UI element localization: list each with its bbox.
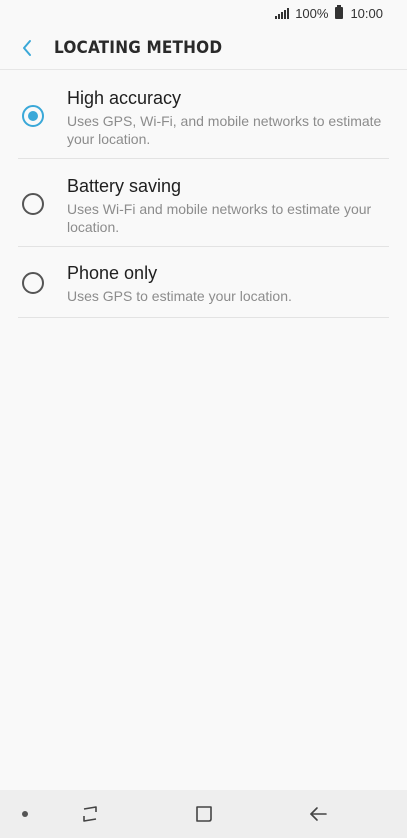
recent-apps-button[interactable] (78, 802, 102, 826)
chevron-left-icon (23, 39, 31, 56)
dot-icon[interactable] (22, 811, 28, 817)
battery-icon (335, 5, 344, 19)
option-title: Phone only (67, 263, 158, 283)
back-button[interactable] (0, 26, 54, 70)
home-icon (196, 806, 212, 822)
home-button[interactable] (192, 802, 216, 826)
option-description: Uses GPS to estimate your location. (67, 288, 292, 304)
screen: 100% 10:00 LOCATING METHOD High accuracy… (0, 0, 407, 838)
option-description: Uses GPS, Wi-Fi, and mobile networks to … (67, 113, 382, 147)
navigation-bar (0, 790, 407, 838)
app-header: LOCATING METHOD (0, 26, 407, 70)
back-arrow-icon (310, 807, 327, 821)
battery-percent: 100% (295, 5, 329, 21)
radio-button[interactable] (22, 193, 44, 215)
option-title: Battery saving (67, 176, 182, 196)
clock: 10:00 (350, 5, 383, 21)
option-high-accuracy[interactable]: High accuracy Uses GPS, Wi-Fi, and mobil… (18, 71, 389, 159)
signal-icon (275, 7, 290, 19)
option-battery-saving[interactable]: Battery saving Uses Wi-Fi and mobile net… (18, 159, 389, 247)
option-phone-only[interactable]: Phone only Uses GPS to estimate your loc… (18, 247, 389, 318)
page-title: LOCATING METHOD (54, 37, 223, 58)
status-bar: 100% 10:00 (0, 0, 407, 26)
option-description: Uses Wi-Fi and mobile networks to estima… (67, 201, 372, 235)
locating-method-list: High accuracy Uses GPS, Wi-Fi, and mobil… (18, 71, 389, 318)
recent-apps-icon (83, 806, 97, 822)
radio-button-selected[interactable] (22, 105, 44, 127)
option-title: High accuracy (67, 88, 182, 108)
radio-button[interactable] (22, 272, 44, 294)
back-nav-button[interactable] (306, 802, 330, 826)
